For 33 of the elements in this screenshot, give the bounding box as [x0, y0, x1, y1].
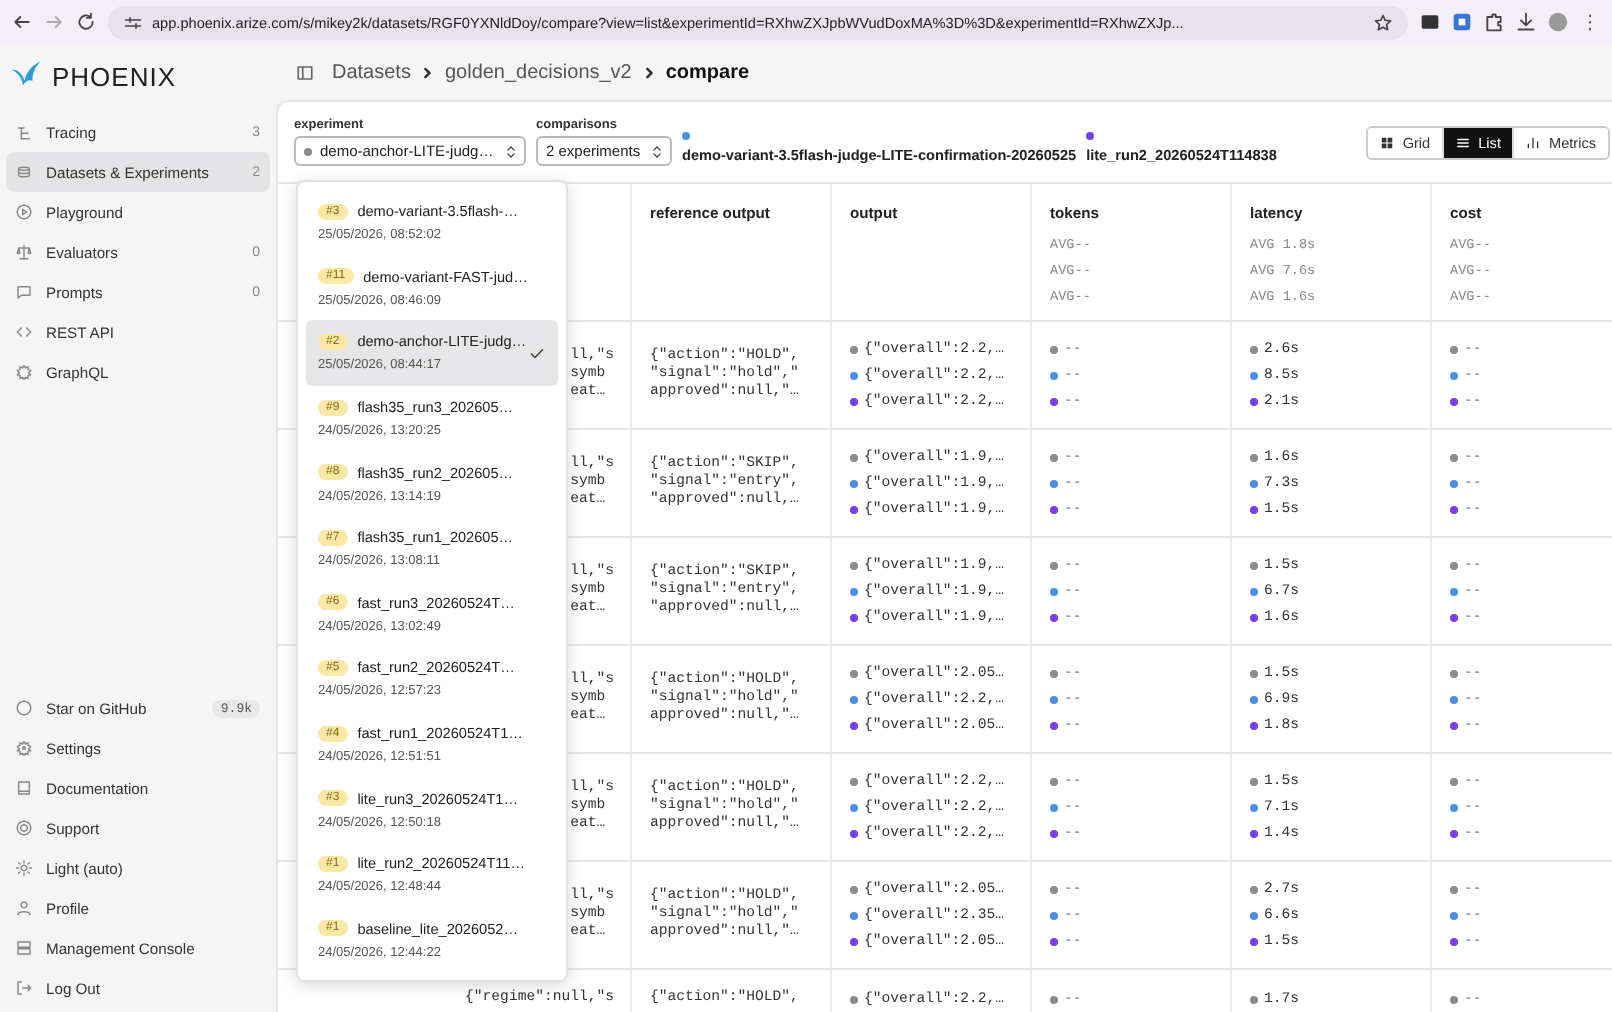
bar-chart-icon — [1526, 135, 1541, 149]
tracing-icon — [16, 124, 32, 140]
play-icon — [16, 204, 32, 220]
gear-icon — [16, 364, 32, 380]
reload-icon[interactable] — [76, 12, 96, 32]
puzzle-icon[interactable] — [1484, 12, 1504, 32]
star-icon[interactable] — [1374, 13, 1392, 31]
back-icon[interactable] — [12, 12, 32, 32]
logout-icon — [16, 980, 32, 996]
chat-icon — [16, 284, 32, 300]
download-icon[interactable] — [1516, 12, 1536, 32]
updown-icon — [506, 143, 516, 159]
lifebuoy-icon — [16, 820, 32, 836]
book-icon — [16, 780, 32, 796]
site-settings-icon[interactable] — [124, 13, 142, 31]
server-icon — [16, 940, 32, 956]
breadcrumb-item: compare — [665, 61, 750, 83]
check-icon — [530, 348, 544, 361]
chevron-icon — [422, 65, 433, 79]
code-icon — [16, 324, 32, 340]
chevron-icon — [643, 65, 654, 79]
sun-icon — [16, 860, 32, 876]
list-icon — [1456, 135, 1471, 149]
breadcrumb-item[interactable]: golden_decisions_v2 — [444, 61, 632, 83]
sidebar-toggle-icon[interactable] — [296, 63, 314, 81]
breadcrumb-item[interactable]: Datasets — [332, 61, 411, 83]
database-icon — [16, 164, 32, 180]
settings-icon — [16, 740, 32, 756]
person-icon — [16, 900, 32, 916]
scale-icon — [16, 244, 32, 260]
grid-icon — [1380, 135, 1395, 149]
updown-icon — [652, 143, 662, 159]
brand-name: PHOENIX — [52, 61, 177, 91]
